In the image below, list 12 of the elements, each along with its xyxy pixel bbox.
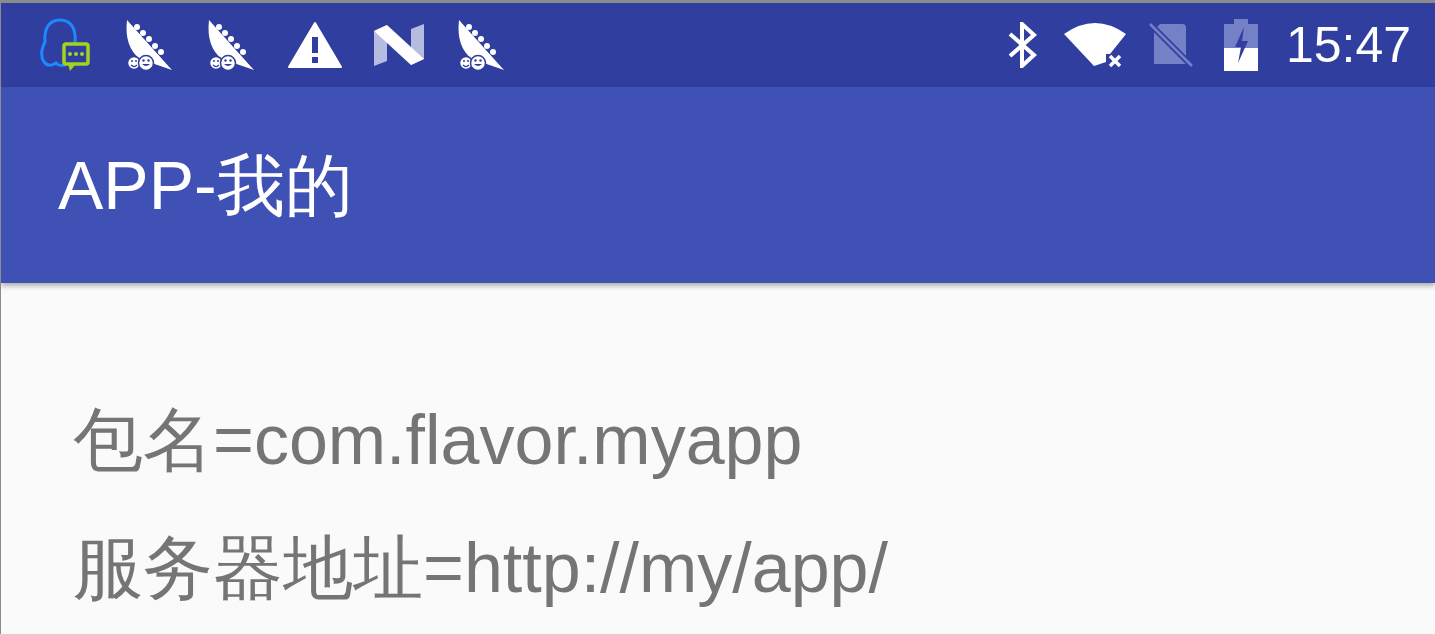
app-title: APP-我的: [58, 151, 353, 219]
pea-pod-icon: [124, 19, 174, 71]
pea-pod-icon: [206, 19, 256, 71]
pea-pod-icon: [456, 19, 506, 71]
status-time: 15:47: [1285, 20, 1411, 70]
wifi-off-icon: [1063, 22, 1126, 68]
info-text: 包名=com.flavor.myapp: [73, 400, 803, 481]
n-logo-icon: [374, 24, 424, 66]
warning-icon: [288, 21, 342, 69]
no-sim-icon: [1147, 22, 1194, 68]
info-text: 服务器地址=http://my/app/: [73, 528, 888, 609]
battery-charging-icon: [1223, 19, 1258, 71]
